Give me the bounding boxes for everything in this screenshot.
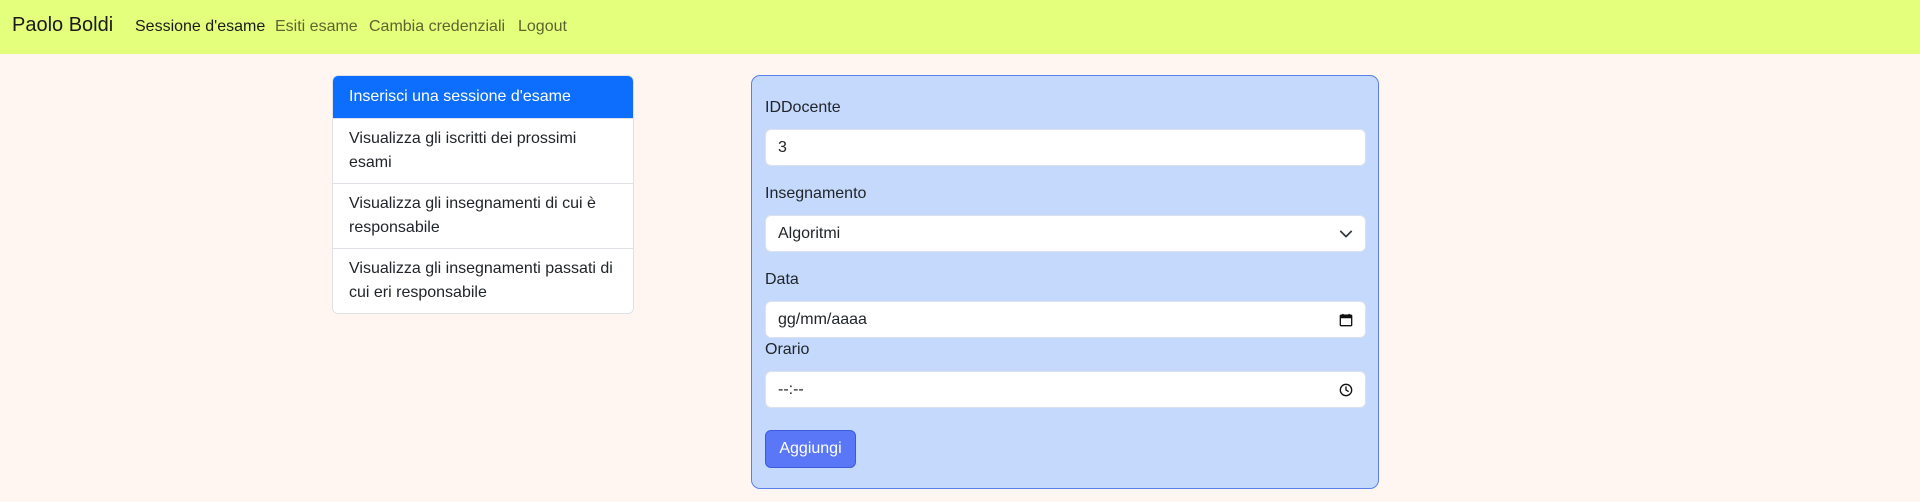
insegnamento-selected-value: Algoritmi xyxy=(778,225,841,242)
nav-link-sessione-esame[interactable]: Sessione d'esame xyxy=(135,18,265,36)
orario-label: Orario xyxy=(765,341,810,358)
calendar-icon[interactable] xyxy=(1339,302,1353,337)
orario-placeholder: --:-- xyxy=(778,381,804,398)
chevron-down-icon xyxy=(1339,216,1353,251)
orario-time-input[interactable]: --:-- xyxy=(765,371,1366,408)
sidebar-item-insegnamenti-responsabile[interactable]: Visualizza gli insegnamenti di cui è res… xyxy=(333,183,633,248)
data-date-input[interactable]: gg/mm/aaaa xyxy=(765,301,1366,338)
navbar: Paolo Boldi Sessione d'esame Esiti esame… xyxy=(0,0,1920,54)
data-placeholder: gg/mm/aaaa xyxy=(778,311,867,328)
insegnamento-label: Insegnamento xyxy=(765,185,867,202)
aggiungi-button[interactable]: Aggiungi xyxy=(765,430,856,468)
iddocente-label: IDDocente xyxy=(765,99,841,116)
iddocente-field[interactable]: 3 xyxy=(765,129,1366,166)
nav-link-logout[interactable]: Logout xyxy=(518,18,567,36)
sidebar-item-iscritti-prossimi-esami[interactable]: Visualizza gli iscritti dei prossimi esa… xyxy=(333,118,633,183)
data-label: Data xyxy=(765,271,799,288)
insegnamento-select[interactable]: Algoritmi xyxy=(765,215,1366,252)
sidebar-item-insegnamenti-passati[interactable]: Visualizza gli insegnamenti passati di c… xyxy=(333,248,633,313)
exam-session-form: IDDocente 3 Insegnamento Algoritmi Data … xyxy=(751,75,1379,489)
clock-icon[interactable] xyxy=(1339,372,1353,407)
nav-link-cambia-credenziali[interactable]: Cambia credenziali xyxy=(369,18,505,36)
iddocente-value: 3 xyxy=(778,139,787,156)
sidebar-item-inserisci-sessione[interactable]: Inserisci una sessione d'esame xyxy=(333,76,633,118)
nav-link-esiti-esame[interactable]: Esiti esame xyxy=(275,18,358,36)
navbar-brand[interactable]: Paolo Boldi xyxy=(12,14,113,37)
sidebar-menu: Inserisci una sessione d'esame Visualizz… xyxy=(332,75,634,314)
